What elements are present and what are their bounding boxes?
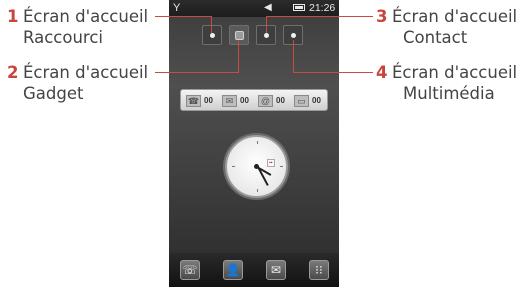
callout-subtitle: Raccourci xyxy=(23,28,103,47)
indicator-shortcut[interactable] xyxy=(202,25,222,45)
call-log-icon: ☎ xyxy=(186,94,201,107)
square-icon xyxy=(235,31,244,40)
message-icon: ✉ xyxy=(222,94,237,107)
messaging-icon: ✉ xyxy=(270,263,282,277)
callout-subtitle: Contact xyxy=(403,28,468,47)
phone-button[interactable]: ☏ xyxy=(180,260,200,280)
leader-line-4 xyxy=(293,40,294,73)
notification-messages[interactable]: ✉ 00 xyxy=(222,93,249,108)
leader-line-4 xyxy=(293,72,373,73)
callout-4: 4 Écran d'accueil Multimédia xyxy=(376,62,517,104)
analog-clock-widget[interactable]: ▪▪ xyxy=(225,135,288,198)
notification-call-log[interactable]: ☎ 00 xyxy=(186,93,213,108)
bottom-dock: ☏ 👤 ✉ ⁝⁝ xyxy=(169,253,339,287)
status-bar: Y ◀ 21:26 xyxy=(169,0,339,17)
phone-home-screen: Y ◀ 21:26 ☎ 00 ✉ 00 @ 00 ▭ 00 ▪▪ ☏ 👤 ✉ ⁝… xyxy=(169,0,339,287)
notification-email[interactable]: @ 00 xyxy=(258,93,285,108)
antenna-icon: Y xyxy=(173,2,181,14)
clock-logo: ▪▪ xyxy=(267,159,275,167)
leader-line-3 xyxy=(266,16,267,33)
leader-line-2 xyxy=(155,72,239,73)
notification-widget[interactable]: ☎ 00 ✉ 00 @ 00 ▭ 00 xyxy=(180,89,328,111)
dot-icon xyxy=(291,33,296,38)
dot-icon xyxy=(264,33,269,38)
callout-title: Écran d'accueil xyxy=(23,63,149,82)
notification-count: 00 xyxy=(240,96,249,105)
dot-icon xyxy=(210,33,215,38)
callout-1: 1 Écran d'accueil Raccourci xyxy=(7,6,148,48)
callout-number: 2 xyxy=(7,63,19,82)
menu-button[interactable]: ⁝⁝ xyxy=(309,260,329,280)
notification-count: 00 xyxy=(276,96,285,105)
callout-number: 3 xyxy=(376,7,388,26)
callout-subtitle: Multimédia xyxy=(403,84,495,103)
callout-title: Écran d'accueil xyxy=(23,7,149,26)
clock-tick xyxy=(256,189,258,192)
callout-2: 2 Écran d'accueil Gadget xyxy=(7,62,148,104)
phone-icon: ☏ xyxy=(182,263,198,277)
leader-line-1 xyxy=(155,16,212,17)
clock-tick xyxy=(279,166,283,167)
notification-count: 00 xyxy=(204,96,213,105)
leader-line-1 xyxy=(211,16,212,33)
callout-title: Écran d'accueil xyxy=(392,7,518,26)
leader-line-3 xyxy=(266,16,373,17)
clock-tick xyxy=(256,141,258,144)
status-time: 21:26 xyxy=(309,2,336,14)
leader-line-2 xyxy=(238,40,239,73)
contacts-button[interactable]: 👤 xyxy=(223,260,243,280)
battery-icon xyxy=(293,4,305,11)
speaker-icon: ◀ xyxy=(264,2,272,13)
messaging-button[interactable]: ✉ xyxy=(266,260,286,280)
clock-center xyxy=(254,164,259,169)
indicator-widget[interactable] xyxy=(229,25,249,45)
notification-count: 00 xyxy=(312,96,321,105)
callout-title: Écran d'accueil xyxy=(392,63,518,82)
clock-tick xyxy=(231,166,235,167)
email-icon: @ xyxy=(258,94,273,107)
notification-voicemail[interactable]: ▭ 00 xyxy=(294,93,321,108)
contacts-icon: 👤 xyxy=(225,263,241,277)
callout-number: 4 xyxy=(376,63,388,82)
voicemail-icon: ▭ xyxy=(294,94,309,107)
callout-3: 3 Écran d'accueil Contact xyxy=(376,6,517,48)
menu-icon: ⁝⁝ xyxy=(315,263,323,277)
callout-number: 1 xyxy=(7,7,19,26)
callout-subtitle: Gadget xyxy=(23,84,84,103)
